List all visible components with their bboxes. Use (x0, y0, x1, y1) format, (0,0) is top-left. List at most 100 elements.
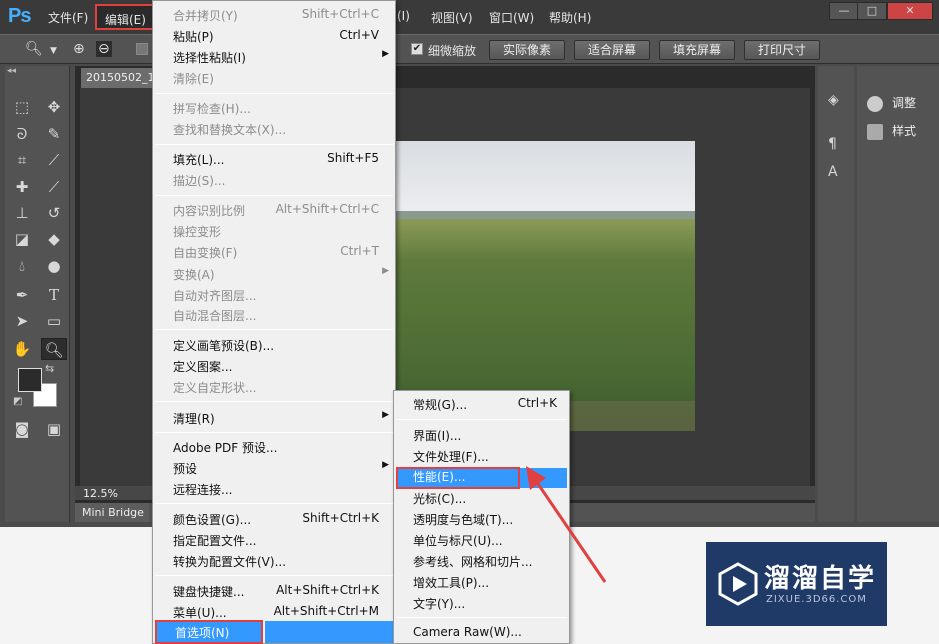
wheat-field-image (391, 141, 695, 431)
crop-tool-icon[interactable]: ⌗ (9, 149, 35, 171)
menu-file[interactable]: 文件(F) (48, 9, 88, 26)
menu-help[interactable]: 帮助(H) (549, 9, 591, 26)
lasso-tool-icon[interactable]: ᘐ (9, 123, 35, 145)
menu-item-remote-connections[interactable]: 远程连接... (173, 481, 379, 501)
fill-screen-button[interactable]: 填充屏幕 (659, 40, 735, 60)
eraser-tool-icon[interactable]: ◪ (9, 228, 35, 250)
quick-mask-icon[interactable]: ◙ (9, 418, 35, 440)
paragraph-panel-icon[interactable]: ¶ (828, 136, 837, 152)
resize-windows-checkbox[interactable] (136, 43, 148, 55)
pen-tool-icon[interactable]: ✒ (9, 284, 35, 306)
menu-item-content-aware-scale[interactable]: 内容识别比例 Alt+Shift+Ctrl+C (173, 202, 379, 222)
menu-item-merged-copy[interactable]: 合并拷贝(Y) Shift+Ctrl+C (173, 7, 379, 27)
menu-item-presets[interactable]: 预设 ▶ (173, 460, 389, 480)
history-brush-tool-icon[interactable]: ↺ (41, 202, 67, 224)
annotation-highlight-box (396, 467, 520, 489)
scrubby-zoom-checkbox[interactable]: ✔ (411, 43, 423, 55)
styles-icon (867, 123, 883, 140)
dodge-tool-icon[interactable]: ● (41, 255, 67, 277)
actual-pixels-button[interactable]: 实际像素 (489, 40, 565, 60)
zoom-tool-icon[interactable]: 🔍︎ (25, 41, 43, 57)
pref-general[interactable]: 常规(G)... Ctrl+K (413, 396, 563, 416)
3d-panel-icon[interactable]: ◈ (828, 92, 839, 108)
menu-item-assign-profile[interactable]: 指定配置文件... (173, 532, 379, 552)
brush-tool-icon[interactable]: ⟋ (41, 176, 67, 198)
eyedropper-tool-icon[interactable]: ⟋ (41, 149, 67, 171)
menu-separator (155, 503, 393, 504)
tools-panel: ◂◂ ⬚ ✥ ᘐ ✎ ⌗ ⟋ ✚ ⟋ ⊥ ↺ ◪ ◆ 💧︎ ● ✒ T ➤ ▭ … (5, 66, 70, 522)
menu-item-fill[interactable]: 填充(L)... Shift+F5 (173, 151, 379, 171)
menu-item-purge[interactable]: 清理(R) ▶ (173, 410, 389, 430)
watermark-subtitle: ZIXUE.3D66.COM (766, 594, 867, 605)
document-tab[interactable]: 20150502_1 (81, 68, 159, 88)
zoom-in-icon[interactable]: ⊕ (73, 41, 85, 57)
menu-view[interactable]: 视图(V) (431, 9, 473, 26)
quick-select-tool-icon[interactable]: ✎ (41, 123, 67, 145)
zoom-out-icon[interactable]: ⊖ (96, 41, 112, 57)
menu-item-auto-align-layers[interactable]: 自动对齐图层... (173, 287, 379, 307)
move-tool-icon[interactable]: ✥ (41, 96, 67, 118)
styles-label: 样式 (892, 124, 917, 138)
close-button[interactable]: ✕ (887, 2, 933, 20)
chevron-down-icon[interactable]: ▼ (50, 46, 57, 56)
healing-brush-tool-icon[interactable]: ✚ (9, 176, 35, 198)
menu-edit[interactable]: 编辑(E) (95, 4, 156, 30)
zoom-level[interactable]: 12.5% (83, 487, 118, 500)
menu-item-clear[interactable]: 清除(E) (173, 70, 379, 90)
menu-item-adobe-pdf-presets[interactable]: Adobe PDF 预设... (173, 439, 379, 459)
menu-image[interactable]: (I) (397, 9, 410, 23)
menu-item-transform[interactable]: 变换(A) ▶ (173, 266, 389, 286)
default-colors-icon[interactable]: ◩ (13, 396, 22, 407)
fit-screen-button[interactable]: 适合屏幕 (574, 40, 650, 60)
screen-mode-icon[interactable]: ▣ (41, 418, 67, 440)
menu-item-define-custom-shape[interactable]: 定义自定形状... (173, 379, 379, 399)
blur-tool-icon[interactable]: 💧︎ (9, 255, 35, 277)
minimize-button[interactable]: — (829, 2, 859, 20)
pref-type[interactable]: 文字(Y)... (413, 595, 563, 615)
foreground-color-swatch[interactable] (18, 368, 42, 392)
swap-colors-icon[interactable]: ⇆ (45, 362, 54, 375)
menu-item-preferences[interactable]: 首选项(N) (155, 620, 263, 644)
menu-item-auto-blend-layers[interactable]: 自动混合图层... (173, 307, 379, 327)
paint-bucket-tool-icon[interactable]: ◆ (41, 228, 67, 250)
rectangle-tool-icon[interactable]: ▭ (41, 310, 67, 332)
menu-item-convert-to-profile[interactable]: 转换为配置文件(V)... (173, 553, 379, 573)
hand-tool-icon[interactable]: ✋ (9, 338, 35, 360)
menu-separator (155, 144, 393, 145)
maximize-button[interactable]: □ (857, 2, 887, 20)
menu-item-stroke[interactable]: 描边(S)... (173, 172, 379, 192)
collapse-icon[interactable]: ◂◂ (7, 66, 16, 76)
edit-menu: 合并拷贝(Y) Shift+Ctrl+C 粘贴(P) Ctrl+V 选择性粘贴(I)… (152, 0, 396, 644)
menu-item-define-brush[interactable]: 定义画笔预设(B)... (173, 337, 379, 357)
adjustments-item[interactable]: 调整 (867, 94, 916, 114)
pref-interface[interactable]: 界面(I)... (413, 427, 563, 447)
menu-item-define-pattern[interactable]: 定义图案... (173, 358, 379, 378)
menu-separator (155, 195, 393, 196)
watermark: 溜溜自学 ZIXUE.3D66.COM (706, 542, 887, 626)
menu-window[interactable]: 窗口(W) (489, 9, 534, 26)
menu-separator (155, 93, 393, 94)
type-tool-icon[interactable]: T (41, 284, 67, 306)
menu-item-find-replace[interactable]: 查找和替换文本(X)... (173, 121, 379, 141)
preferences-highlight-band (265, 621, 393, 643)
menu-item-paste[interactable]: 粘贴(P) Ctrl+V (173, 28, 379, 48)
clone-stamp-tool-icon[interactable]: ⊥ (9, 202, 35, 224)
adjustments-label: 调整 (892, 96, 917, 110)
zoom-tool-icon[interactable]: 🔍︎ (41, 338, 67, 360)
marquee-tool-icon[interactable]: ⬚ (9, 96, 35, 118)
menu-item-puppet-warp[interactable]: 操控变形 (173, 223, 379, 243)
menu-item-free-transform[interactable]: 自由变换(F) Ctrl+T (173, 244, 379, 264)
menu-separator (396, 419, 567, 420)
adjustments-panel: 调整 样式 (857, 66, 939, 522)
menu-item-keyboard-shortcuts[interactable]: 键盘快捷键... Alt+Shift+Ctrl+K (173, 583, 379, 603)
styles-item[interactable]: 样式 (867, 122, 916, 142)
menu-item-paste-special[interactable]: 选择性粘贴(I) ▶ (173, 49, 389, 69)
mini-bridge-tab[interactable]: Mini Bridge (75, 503, 149, 522)
panel-dock: ◈ ¶ A (818, 66, 854, 522)
pref-camera-raw[interactable]: Camera Raw(W)... (413, 625, 563, 644)
character-panel-icon[interactable]: A (828, 164, 838, 180)
menu-item-check-spelling[interactable]: 拼写检查(H)... (173, 100, 379, 120)
print-size-button[interactable]: 打印尺寸 (744, 40, 820, 60)
menu-item-color-settings[interactable]: 颜色设置(G)... Shift+Ctrl+K (173, 511, 379, 531)
path-select-tool-icon[interactable]: ➤ (9, 310, 35, 332)
